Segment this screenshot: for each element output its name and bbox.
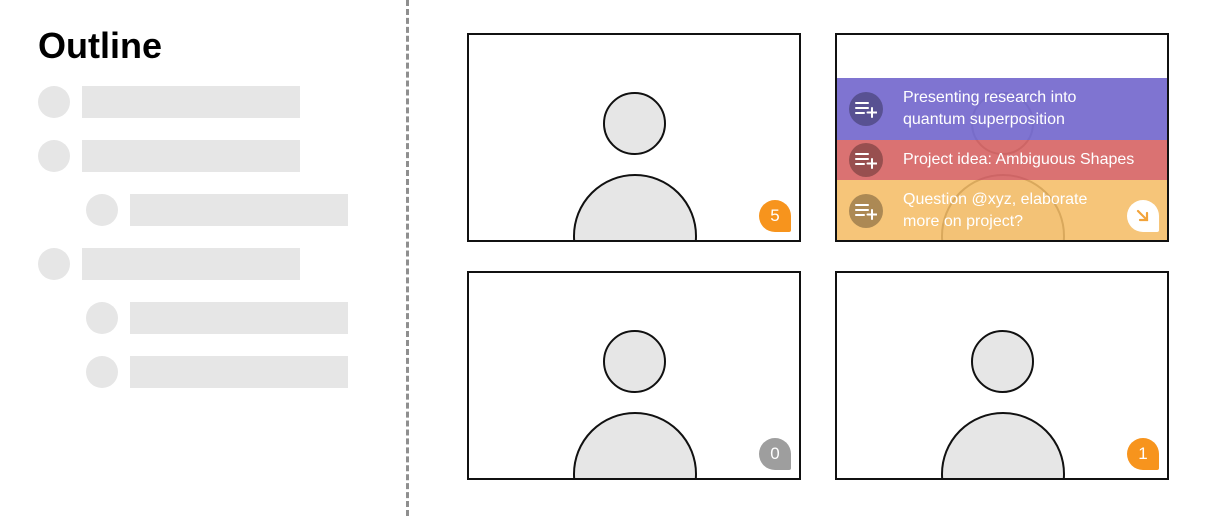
overlay-item-text: Question @xyz, elaborate more on project… <box>903 191 1088 230</box>
outline-bullet <box>38 140 70 172</box>
outline-text-placeholder <box>130 194 348 226</box>
overlay-item-question[interactable]: Question @xyz, elaborate more on project… <box>837 180 1167 240</box>
count-badge[interactable]: 0 <box>759 438 791 470</box>
outline-bullet <box>38 248 70 280</box>
avatar-head <box>603 92 666 155</box>
video-tile-bottom-right[interactable]: 1 <box>835 271 1169 480</box>
count-badge[interactable]: 5 <box>759 200 791 232</box>
avatar-head <box>603 330 666 393</box>
outline-bullet <box>86 194 118 226</box>
outline-bullet <box>38 86 70 118</box>
video-tile-bottom-left[interactable]: 0 <box>467 271 801 480</box>
add-to-list-icon[interactable] <box>849 194 883 228</box>
overlay-item-project-idea[interactable]: Project idea: Ambiguous Shapes <box>837 140 1167 180</box>
count-badge[interactable]: 1 <box>1127 438 1159 470</box>
avatar-body <box>573 412 697 478</box>
outline-title: Outline <box>38 25 162 66</box>
outline-text-placeholder <box>130 302 348 334</box>
outline-bullet <box>86 302 118 334</box>
avatar-body <box>573 174 697 240</box>
video-tile-top-right[interactable]: Presenting research into quantum superpo… <box>835 33 1169 242</box>
outline-text-placeholder <box>82 86 300 118</box>
outline-text-placeholder <box>130 356 348 388</box>
collapse-arrow-icon[interactable] <box>1127 200 1159 232</box>
outline-text-placeholder <box>82 248 300 280</box>
outline-text-placeholder <box>82 140 300 172</box>
avatar-head <box>971 330 1034 393</box>
overlay-item-text: Presenting research into quantum superpo… <box>903 89 1077 128</box>
add-to-list-icon[interactable] <box>849 143 883 177</box>
add-to-list-icon[interactable] <box>849 92 883 126</box>
outline-bullet <box>86 356 118 388</box>
panel-divider <box>406 0 409 516</box>
overlay-item-research[interactable]: Presenting research into quantum superpo… <box>837 78 1167 140</box>
avatar-body <box>941 412 1065 478</box>
overlay-item-text: Project idea: Ambiguous Shapes <box>903 151 1135 168</box>
video-tile-top-left[interactable]: 5 <box>467 33 801 242</box>
